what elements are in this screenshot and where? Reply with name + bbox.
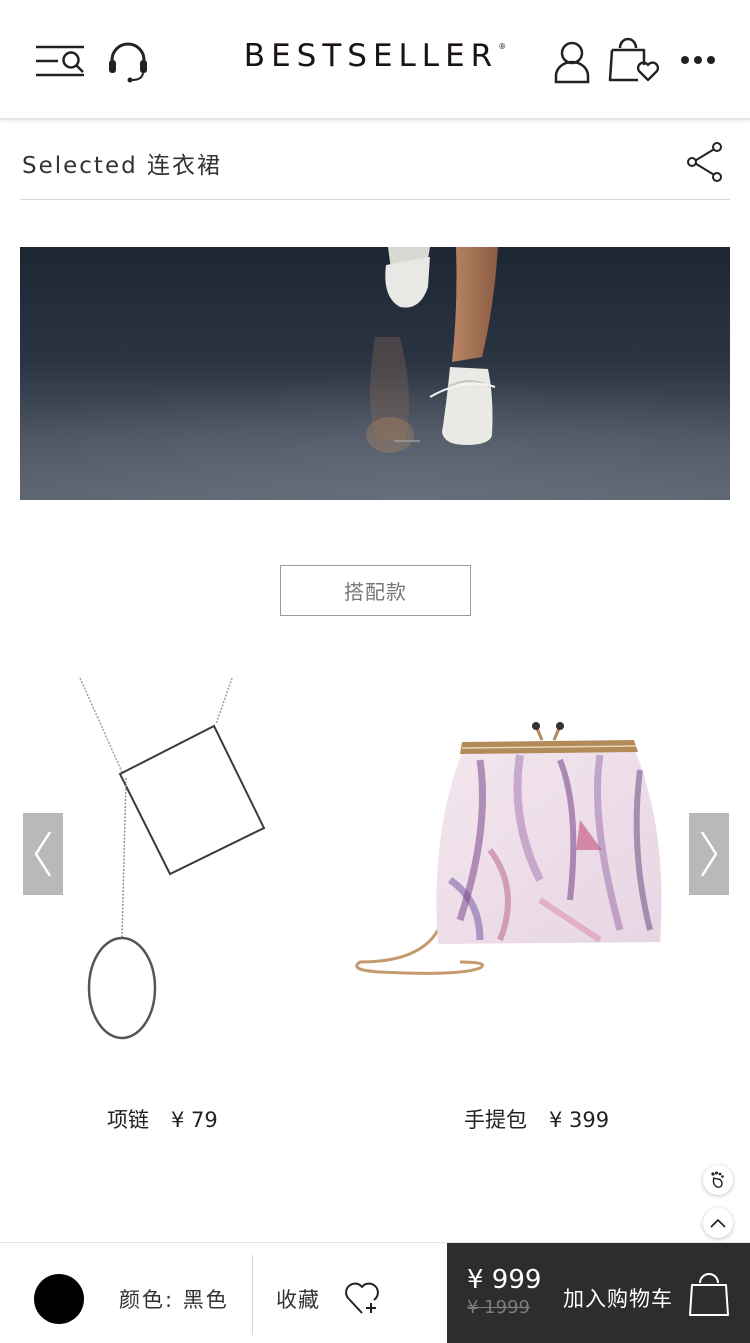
bag-heart-icon[interactable] <box>608 36 662 84</box>
top-header: BESTSELLER® <box>0 0 750 120</box>
color-label[interactable]: 颜色: 黑色 <box>119 1284 229 1314</box>
menu-search-icon[interactable] <box>34 42 88 82</box>
hero-banner-image[interactable] <box>20 247 730 500</box>
product-card-necklace[interactable]: 项链 ¥ 79 <box>60 670 300 1140</box>
shopping-bag-icon[interactable] <box>687 1270 731 1318</box>
add-to-cart-panel[interactable]: ¥ 999 ¥ 1999 加入购物车 <box>447 1243 750 1343</box>
chevron-right-icon <box>700 831 718 877</box>
product-caption: 手提包 ¥ 399 <box>464 1104 609 1134</box>
product-name: 项链 <box>107 1108 149 1132</box>
footprint-icon <box>711 1171 724 1188</box>
carousel-next-button[interactable] <box>689 813 729 895</box>
product-name: 手提包 <box>464 1108 527 1132</box>
chevron-up-icon <box>710 1218 726 1228</box>
headset-icon[interactable] <box>106 40 150 84</box>
product-card-handbag[interactable]: 手提包 ¥ 399 <box>340 700 680 1140</box>
share-icon[interactable] <box>686 142 724 182</box>
handbag-product-image <box>355 722 662 975</box>
divider <box>252 1255 253 1335</box>
original-price: ¥ 1999 <box>467 1297 530 1318</box>
brand-logo[interactable]: BESTSELLER® <box>230 38 520 80</box>
necklace-product-image <box>79 677 266 1040</box>
matching-items-button[interactable]: 搭配款 <box>280 565 471 616</box>
product-caption: 项链 ¥ 79 <box>107 1104 218 1134</box>
user-icon[interactable] <box>552 40 592 84</box>
footprint-history-button[interactable] <box>703 1165 733 1195</box>
selected-category-label: Selected 连衣裙 <box>22 153 223 179</box>
add-to-cart-button[interactable]: 加入购物车 <box>563 1283 673 1313</box>
more-icon[interactable] <box>678 50 718 70</box>
category-row: Selected 连衣裙 <box>20 122 730 200</box>
carousel-prev-button[interactable] <box>23 813 63 895</box>
chevron-left-icon <box>34 831 52 877</box>
product-price: ¥ 79 <box>171 1108 218 1132</box>
brand-name: BESTSELLER <box>243 38 499 74</box>
color-swatch-black[interactable] <box>34 1274 84 1324</box>
bottom-action-bar: 颜色: 黑色 收藏 ¥ 999 ¥ 1999 加入购物车 <box>0 1242 750 1343</box>
favorite-label[interactable]: 收藏 <box>276 1284 320 1314</box>
registered-mark: ® <box>498 42 507 51</box>
heart-plus-icon[interactable] <box>343 1277 383 1317</box>
current-price: ¥ 999 <box>467 1265 542 1295</box>
back-to-top-button[interactable] <box>703 1208 733 1238</box>
product-price: ¥ 399 <box>549 1108 610 1132</box>
